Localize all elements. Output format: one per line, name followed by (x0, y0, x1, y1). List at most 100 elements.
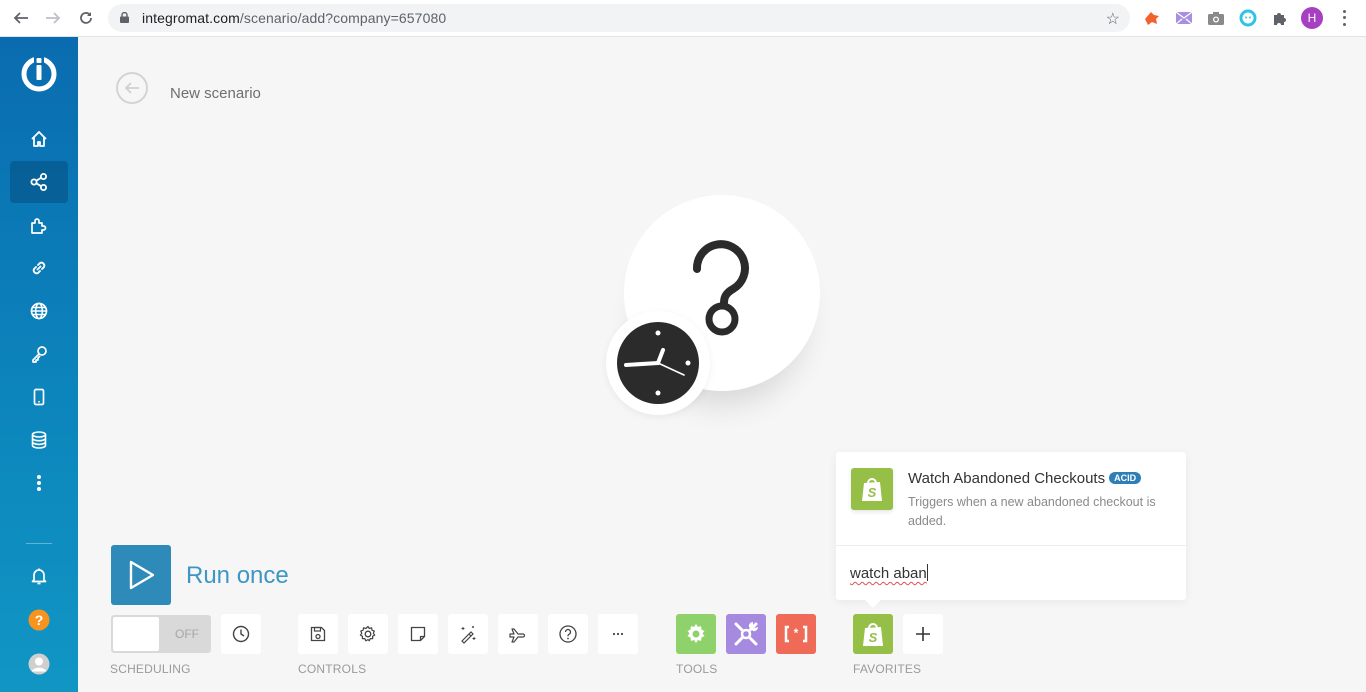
clock-icon (617, 322, 699, 404)
sidebar-item-devices[interactable] (10, 376, 68, 418)
page-title: New scenario (170, 85, 261, 102)
sidebar-item-templates[interactable] (10, 204, 68, 246)
help-button[interactable] (548, 614, 588, 654)
clock-icon (232, 625, 250, 643)
add-favorite-button[interactable] (903, 614, 943, 654)
favorite-shopify-button[interactable]: S (853, 614, 893, 654)
key-icon (32, 346, 47, 363)
magic-wand-icon (461, 626, 476, 644)
more-controls-button[interactable] (598, 614, 638, 654)
save-icon (310, 626, 326, 642)
sidebar-item-data-stores[interactable] (10, 419, 68, 461)
globe-icon (30, 302, 48, 320)
sidebar-item-notifications[interactable] (10, 555, 68, 597)
sidebar-item-connections[interactable] (10, 247, 68, 289)
auto-align-button[interactable] (448, 614, 488, 654)
ellipsis-icon (612, 632, 624, 636)
home-icon (31, 131, 47, 147)
wrench-screwdriver-icon (734, 621, 759, 646)
popup-pointer (864, 599, 882, 608)
sidebar-item-home[interactable] (10, 118, 68, 160)
menu-icon[interactable] (1336, 8, 1352, 28)
airplane-icon (509, 628, 526, 643)
url-path: /scenario/add?company=657080 (239, 10, 447, 26)
url-host: integromat.com (142, 10, 240, 26)
reload-icon[interactable] (75, 7, 97, 29)
fox-extension-icon[interactable] (1142, 8, 1162, 28)
forward-icon[interactable] (42, 7, 64, 29)
mail-extension-icon[interactable] (1174, 8, 1194, 28)
bell-icon (31, 568, 47, 585)
scheduling-label: SCHEDULING (110, 662, 191, 676)
shopify-icon: S (863, 623, 883, 646)
note-icon (410, 626, 426, 642)
text-caret (926, 564, 928, 581)
result-title-text: Watch Abandoned Checkouts (908, 470, 1106, 487)
search-result-item[interactable]: S Watch Abandoned Checkouts ACID Triggers… (836, 452, 1186, 546)
schedule-trigger[interactable] (606, 311, 710, 415)
arrow-left-icon (124, 82, 139, 94)
gear-icon (359, 625, 376, 642)
sidebar: ? (0, 37, 78, 692)
toggle-state: OFF (175, 627, 199, 641)
module-search-input[interactable]: watch aban (850, 564, 1170, 582)
tools-label: TOOLS (676, 662, 718, 676)
sidebar-item-webhooks[interactable] (10, 290, 68, 332)
puzzle-icon (31, 218, 47, 234)
flow-control-button[interactable] (676, 614, 716, 654)
run-once-label[interactable]: Run once (186, 562, 289, 590)
puzzle-extensions-icon[interactable] (1270, 8, 1290, 28)
url-text: integromat.com/scenario/add?company=6570… (142, 10, 446, 26)
star-icon[interactable]: ☆ (1106, 9, 1120, 29)
scheduling-toggle[interactable]: OFF (111, 615, 211, 653)
more-vertical-icon (37, 475, 41, 491)
sidebar-item-help[interactable]: ? (10, 599, 68, 641)
svg-text:S: S (869, 630, 878, 645)
scenario-settings-button[interactable] (348, 614, 388, 654)
sidebar-item-keys[interactable] (10, 333, 68, 375)
save-button[interactable] (298, 614, 338, 654)
mobile-device-icon (33, 388, 45, 406)
back-button[interactable] (116, 72, 148, 104)
back-icon[interactable] (10, 7, 32, 29)
toggle-knob (113, 617, 159, 651)
acid-badge: ACID (1109, 472, 1142, 484)
gear-icon (687, 624, 705, 643)
profile-avatar[interactable]: H (1301, 7, 1323, 29)
favorites-label: FAVORITES (853, 662, 922, 676)
schedule-settings-button[interactable] (221, 614, 261, 654)
link-icon (32, 261, 46, 275)
sidebar-item-more[interactable] (10, 462, 68, 504)
controls-label: CONTROLS (298, 662, 367, 676)
run-once-button[interactable] (111, 545, 171, 605)
camera-extension-icon[interactable] (1206, 8, 1226, 28)
sidebar-item-user-profile[interactable] (10, 643, 68, 685)
question-circle-icon (559, 625, 577, 643)
search-query-text: watch aban (850, 565, 927, 582)
scenario-canvas: New scenario Run once OFF SCHEDULING CON… (78, 37, 1366, 692)
result-description: Triggers when a new abandoned checkout i… (908, 495, 1156, 528)
browser-toolbar: integromat.com/scenario/add?company=6570… (0, 0, 1366, 37)
help-icon: ? (28, 609, 50, 631)
text-parser-button[interactable]: * (776, 614, 816, 654)
result-title: Watch Abandoned Checkouts ACID (908, 470, 1142, 487)
sidebar-item-scenarios[interactable] (10, 161, 68, 203)
regex-brackets-icon: * (784, 625, 808, 643)
lock-icon (120, 12, 129, 23)
user-avatar-icon (28, 653, 50, 675)
bot-extension-icon[interactable] (1238, 8, 1258, 28)
database-icon (31, 431, 47, 449)
share-nodes-icon (30, 173, 47, 191)
svg-text:*: * (794, 626, 799, 640)
svg-text:?: ? (35, 612, 44, 628)
explain-flow-button[interactable] (498, 614, 538, 654)
tools-button[interactable] (726, 614, 766, 654)
sidebar-divider (26, 543, 52, 544)
shopify-icon: S (851, 468, 893, 510)
play-icon (129, 560, 155, 590)
svg-text:S: S (868, 485, 877, 500)
integromat-logo[interactable] (20, 55, 58, 93)
address-bar[interactable]: integromat.com/scenario/add?company=6570… (108, 4, 1130, 32)
plus-icon (916, 627, 930, 641)
notes-button[interactable] (398, 614, 438, 654)
